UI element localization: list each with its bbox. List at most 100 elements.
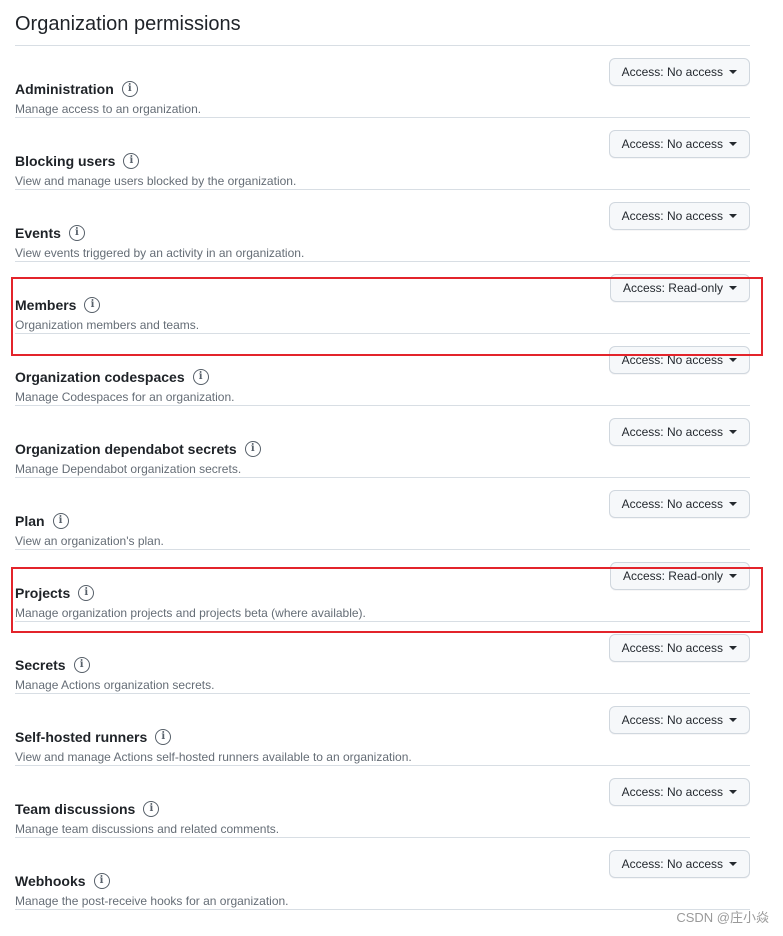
info-icon[interactable]: i xyxy=(84,297,101,313)
access-level-dropdown[interactable]: Access: No access xyxy=(608,418,750,446)
permission-row-blocking-users: Blocking users i View and manage users blo… xyxy=(15,118,750,190)
permission-name-label: Self-hosted runners xyxy=(15,729,148,745)
permission-description: Manage team discussions and related comm… xyxy=(15,822,280,836)
caret-down-icon xyxy=(729,502,737,506)
permission-row-administration: Administration i Manage access to an organ… xyxy=(15,46,750,118)
info-icon[interactable]: i xyxy=(78,585,95,601)
permission-name-label: Webhooks xyxy=(15,873,86,889)
access-level-label: Access: Read-only xyxy=(622,569,723,583)
access-level-label: Access: No access xyxy=(621,353,723,367)
access-level-dropdown[interactable]: Access: No access xyxy=(608,130,750,158)
permission-description: Manage Dependabot organization secrets. xyxy=(15,462,242,476)
permission-description: View events triggered by an activity in … xyxy=(15,246,305,260)
permission-name-label: Secrets xyxy=(15,657,66,673)
access-level-label: Access: No access xyxy=(621,137,723,151)
caret-down-icon xyxy=(729,214,737,218)
info-icon[interactable]: i xyxy=(192,369,209,385)
permission-description: View and manage Actions self-hosted runn… xyxy=(15,750,412,764)
permission-description: Manage Codespaces for an organization. xyxy=(15,390,235,404)
access-level-dropdown[interactable]: Access: No access xyxy=(608,778,750,806)
permission-row-members: Members i Organization members and teams. A… xyxy=(15,262,750,334)
watermark: CSDN @庄小焱 xyxy=(676,910,769,925)
info-icon[interactable]: i xyxy=(244,441,261,457)
access-level-dropdown[interactable]: Access: No access xyxy=(608,202,750,230)
permission-name: Plan i xyxy=(15,513,69,529)
page-title: Organization permissions xyxy=(15,0,750,46)
permission-name: Self-hosted runners i xyxy=(15,729,172,745)
permission-name: Organization dependabot secrets i xyxy=(15,441,261,457)
permission-row-projects: Projects i Manage organization projects an… xyxy=(15,550,750,622)
permission-row-secrets: Secrets i Manage Actions organization secr… xyxy=(15,622,750,694)
permissions-list: Administration i Manage access to an organ… xyxy=(15,46,750,910)
permission-row-team-discussions: Team discussions i Manage team discussions… xyxy=(15,766,750,838)
info-icon[interactable]: i xyxy=(155,729,172,745)
permission-name: Events i xyxy=(15,225,85,241)
access-level-dropdown[interactable]: Access: Read-only xyxy=(609,562,750,590)
caret-down-icon xyxy=(729,574,737,578)
caret-down-icon xyxy=(729,718,737,722)
access-level-dropdown[interactable]: Access: No access xyxy=(608,706,750,734)
access-level-label: Access: No access xyxy=(621,209,723,223)
caret-down-icon xyxy=(729,646,737,650)
access-level-label: Access: No access xyxy=(621,785,723,799)
permission-description: Organization members and teams. xyxy=(15,318,200,332)
permission-name: Administration i xyxy=(15,81,138,97)
caret-down-icon xyxy=(729,430,737,434)
info-icon[interactable]: i xyxy=(52,513,69,529)
permission-description: View and manage users blocked by the org… xyxy=(15,174,297,188)
permission-name-label: Organization codespaces xyxy=(15,369,185,385)
permission-name: Projects i xyxy=(15,585,95,601)
info-icon[interactable]: i xyxy=(73,657,90,673)
access-level-dropdown[interactable]: Access: No access xyxy=(608,58,750,86)
access-level-label: Access: No access xyxy=(621,857,723,871)
caret-down-icon xyxy=(729,862,737,866)
access-level-dropdown[interactable]: Access: No access xyxy=(608,634,750,662)
access-level-dropdown[interactable]: Access: No access xyxy=(608,346,750,374)
permission-name: Webhooks i xyxy=(15,873,110,889)
permission-name-label: Plan xyxy=(15,513,45,529)
permission-name-label: Team discussions xyxy=(15,801,136,817)
permission-row-self-hosted-runners: Self-hosted runners i View and manage Acti… xyxy=(15,694,750,766)
permission-row-plan: Plan i View an organization's plan. Access:… xyxy=(15,478,750,550)
info-icon[interactable]: i xyxy=(93,873,110,889)
caret-down-icon xyxy=(729,70,737,74)
permission-name: Organization codespaces i xyxy=(15,369,209,385)
permission-name: Team discussions i xyxy=(15,801,160,817)
caret-down-icon xyxy=(729,358,737,362)
permission-name: Secrets i xyxy=(15,657,90,673)
permission-name-label: Administration xyxy=(15,81,114,97)
permission-row-organization-codespaces: Organization codespaces i Manage Codespace… xyxy=(15,334,750,406)
permission-name-label: Projects xyxy=(15,585,71,601)
access-level-label: Access: No access xyxy=(621,713,723,727)
access-level-dropdown[interactable]: Access: Read-only xyxy=(609,274,750,302)
permission-description: View an organization's plan. xyxy=(15,534,164,548)
info-icon[interactable]: i xyxy=(123,153,140,169)
permission-name-label: Organization dependabot secrets xyxy=(15,441,237,457)
info-icon[interactable]: i xyxy=(68,225,85,241)
permission-description: Manage organization projects and project… xyxy=(15,606,366,620)
permission-description: Manage the post-receive hooks for an org… xyxy=(15,894,289,908)
access-level-label: Access: Read-only xyxy=(622,281,723,295)
access-level-label: Access: No access xyxy=(621,425,723,439)
caret-down-icon xyxy=(729,790,737,794)
access-level-label: Access: No access xyxy=(621,497,723,511)
access-level-dropdown[interactable]: Access: No access xyxy=(608,490,750,518)
info-icon[interactable]: i xyxy=(121,81,138,97)
organization-permissions-section: Organization permissions Administration i… xyxy=(15,0,750,910)
permission-name: Members i xyxy=(15,297,101,313)
permission-row-webhooks: Webhooks i Manage the post-receive hooks f… xyxy=(15,838,750,910)
access-level-label: Access: No access xyxy=(621,641,723,655)
permission-row-events: Events i View events triggered by an activ… xyxy=(15,190,750,262)
permission-description: Manage access to an organization. xyxy=(15,102,202,116)
caret-down-icon xyxy=(729,286,737,290)
permission-name-label: Events xyxy=(15,225,61,241)
permission-row-organization-dependabot-secrets: Organization dependabot secrets i Manage D… xyxy=(15,406,750,478)
permission-name: Blocking users i xyxy=(15,153,140,169)
caret-down-icon xyxy=(729,142,737,146)
access-level-label: Access: No access xyxy=(621,65,723,79)
permission-name-label: Members xyxy=(15,297,77,313)
info-icon[interactable]: i xyxy=(143,801,160,817)
permission-description: Manage Actions organization secrets. xyxy=(15,678,215,692)
permission-name-label: Blocking users xyxy=(15,153,116,169)
access-level-dropdown[interactable]: Access: No access xyxy=(608,850,750,878)
